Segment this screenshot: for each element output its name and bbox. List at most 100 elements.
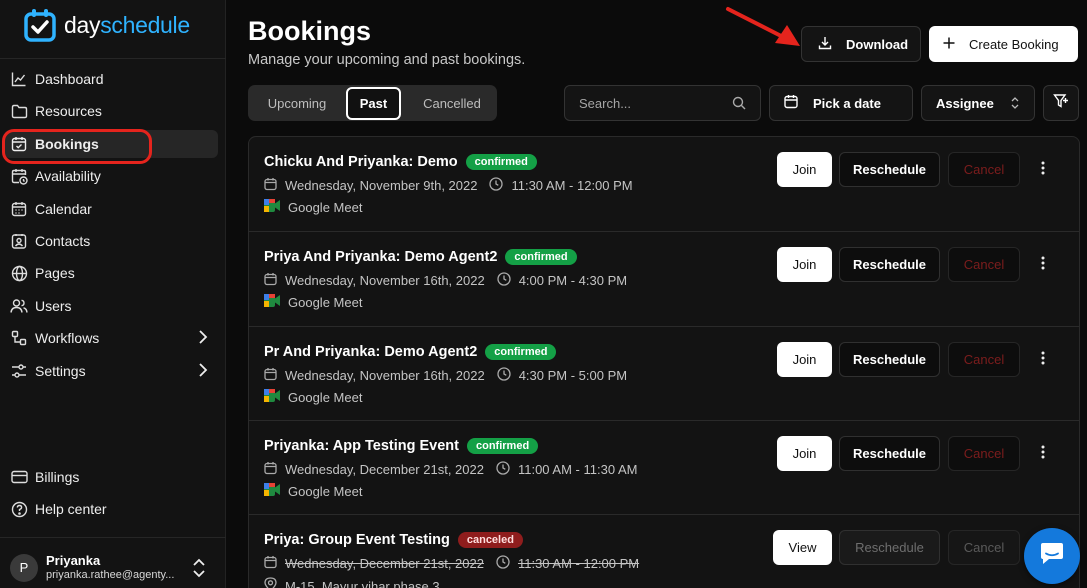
sidebar-bottom-nav: Billings Help center	[4, 463, 218, 528]
reschedule-button[interactable]: Reschedule	[839, 530, 940, 565]
calendar-icon	[264, 461, 277, 478]
booking-meta: Wednesday, November 9th, 2022 11:30 AM -…	[264, 177, 633, 194]
sidebar-item-contacts[interactable]: Contacts	[4, 227, 218, 255]
more-options-icon[interactable]	[1041, 161, 1045, 180]
booking-location: Google Meet	[264, 389, 362, 405]
join-button[interactable]: Join	[777, 342, 832, 377]
bookings-highlight-ring	[2, 129, 152, 164]
view-button[interactable]: View	[773, 530, 832, 565]
sidebar-item-label: Dashboard	[35, 71, 104, 87]
tab-cancelled[interactable]: Cancelled	[408, 85, 496, 121]
status-badge: confirmed	[505, 249, 577, 265]
booking-meta: Wednesday, December 21st, 2022 11:00 AM …	[264, 461, 637, 478]
sidebar-item-label: Help center	[35, 501, 107, 518]
reschedule-button[interactable]: Reschedule	[839, 436, 940, 471]
search-input[interactable]	[579, 95, 729, 111]
map-pin-icon	[264, 577, 277, 588]
cancel-button[interactable]: Cancel	[948, 436, 1020, 471]
booking-date: Wednesday, November 16th, 2022	[285, 273, 485, 288]
sidebar-item-resources[interactable]: Resources	[4, 97, 218, 125]
sidebar-item-settings[interactable]: Settings	[4, 357, 218, 385]
sidebar-item-dashboard[interactable]: Dashboard	[4, 65, 218, 93]
contact-card-icon	[10, 232, 28, 250]
cancel-button[interactable]: Cancel	[948, 247, 1020, 282]
sidebar-item-label: Resources	[35, 103, 102, 120]
google-meet-icon	[264, 199, 280, 215]
more-options-icon[interactable]	[1041, 351, 1045, 370]
location-text: Google Meet	[288, 199, 363, 215]
user-name: Priyanka	[46, 553, 101, 568]
booking-meta: Wednesday, December 21st, 2022 11:30 AM …	[264, 555, 639, 572]
booking-card: Priyanka: App Testing Event confirmed Wed…	[249, 421, 1079, 515]
cancel-button[interactable]: Cancel	[948, 152, 1020, 187]
calendar-icon	[264, 177, 277, 194]
chat-widget-button[interactable]	[1024, 528, 1080, 584]
sidebar-item-calendar[interactable]: Calendar	[4, 195, 218, 223]
sidebar-item-users[interactable]: Users	[4, 292, 218, 320]
booking-time: 11:30 AM - 12:00 PM	[511, 178, 633, 193]
credit-card-icon	[10, 468, 28, 486]
download-button[interactable]: Download	[801, 26, 921, 62]
sidebar-item-label: Billings	[35, 469, 80, 485]
booking-card: Pr And Priyanka: Demo Agent2 confirmed We…	[249, 327, 1079, 421]
assignee-select[interactable]: Assignee	[921, 85, 1035, 121]
booking-card: Chicku And Priyanka: Demo confirmed Wedne…	[249, 137, 1079, 232]
location-text: Google Meet	[288, 389, 363, 405]
bookings-list: Chicku And Priyanka: Demo confirmed Wedne…	[248, 136, 1080, 588]
sidebar-item-help-center[interactable]: Help center	[4, 495, 218, 523]
location-text: Google Meet	[288, 483, 363, 499]
page-subtitle: Manage your upcoming and past bookings.	[248, 52, 526, 68]
sidebar-item-workflows[interactable]: Workflows	[4, 324, 218, 352]
user-profile[interactable]: P Priyanka priyanka.rathee@agenty...	[10, 553, 174, 582]
tab-upcoming[interactable]: Upcoming	[252, 85, 342, 121]
sidebar-item-billings[interactable]: Billings	[4, 463, 218, 491]
status-badge: confirmed	[465, 154, 537, 170]
sidebar-item-pages[interactable]: Pages	[4, 259, 218, 287]
join-button[interactable]: Join	[777, 247, 832, 282]
search-box	[564, 85, 761, 121]
globe-icon	[10, 264, 28, 282]
more-options-icon[interactable]	[1041, 256, 1045, 275]
clock-icon	[489, 177, 504, 194]
reschedule-button[interactable]: Reschedule	[839, 247, 940, 282]
filter-button[interactable]	[1043, 85, 1079, 121]
create-booking-label: Create Booking	[969, 36, 1059, 52]
calendar-icon	[264, 272, 277, 289]
clock-icon	[496, 555, 510, 572]
join-button[interactable]: Join	[777, 152, 832, 187]
sliders-icon	[10, 362, 28, 380]
pick-date-button[interactable]: Pick a date	[769, 85, 913, 121]
join-button[interactable]: Join	[777, 436, 832, 471]
booking-title-row: Priya And Priyanka: Demo Agent2 confirmed	[264, 249, 577, 265]
sidebar-item-label: Workflows	[35, 330, 100, 347]
pick-date-label: Pick a date	[813, 95, 881, 111]
booking-location: M-15, Mayur vihar phase 3	[264, 577, 440, 588]
booking-title-row: Pr And Priyanka: Demo Agent2 confirmed	[264, 344, 557, 360]
booking-title: Pr And Priyanka: Demo Agent2	[264, 344, 478, 360]
users-icon	[10, 297, 28, 315]
sidebar-item-label: Pages	[35, 265, 75, 282]
status-badge: canceled	[457, 532, 523, 548]
download-icon	[818, 36, 832, 53]
search-icon	[732, 96, 746, 113]
more-options-icon[interactable]	[1041, 445, 1045, 464]
booking-location: Google Meet	[264, 294, 362, 310]
calendar-clock-icon	[10, 167, 28, 185]
download-label: Download	[846, 36, 909, 52]
booking-meta: Wednesday, November 16th, 2022 4:30 PM -…	[264, 367, 627, 384]
cancel-button[interactable]: Cancel	[948, 530, 1020, 565]
sidebar-nav: Dashboard Resources Bookings Availabilit…	[4, 65, 218, 389]
sidebar-item-availability[interactable]: Availability	[4, 162, 218, 190]
create-booking-button[interactable]: Create Booking	[929, 26, 1078, 62]
tab-past[interactable]: Past	[346, 87, 401, 120]
reschedule-button[interactable]: Reschedule	[839, 342, 940, 377]
booking-meta: Wednesday, November 16th, 2022 4:00 PM -…	[264, 272, 627, 289]
reschedule-button[interactable]: Reschedule	[839, 152, 940, 187]
booking-card: Priya: Group Event Testing canceled Wedne…	[249, 515, 1079, 588]
booking-title: Priya: Group Event Testing	[264, 532, 450, 548]
chevron-up-down-icon[interactable]	[192, 558, 206, 583]
logo[interactable]: dayschedule	[24, 8, 190, 42]
status-badge: confirmed	[485, 344, 557, 360]
cancel-button[interactable]: Cancel	[948, 342, 1020, 377]
booking-location: Google Meet	[264, 199, 362, 215]
